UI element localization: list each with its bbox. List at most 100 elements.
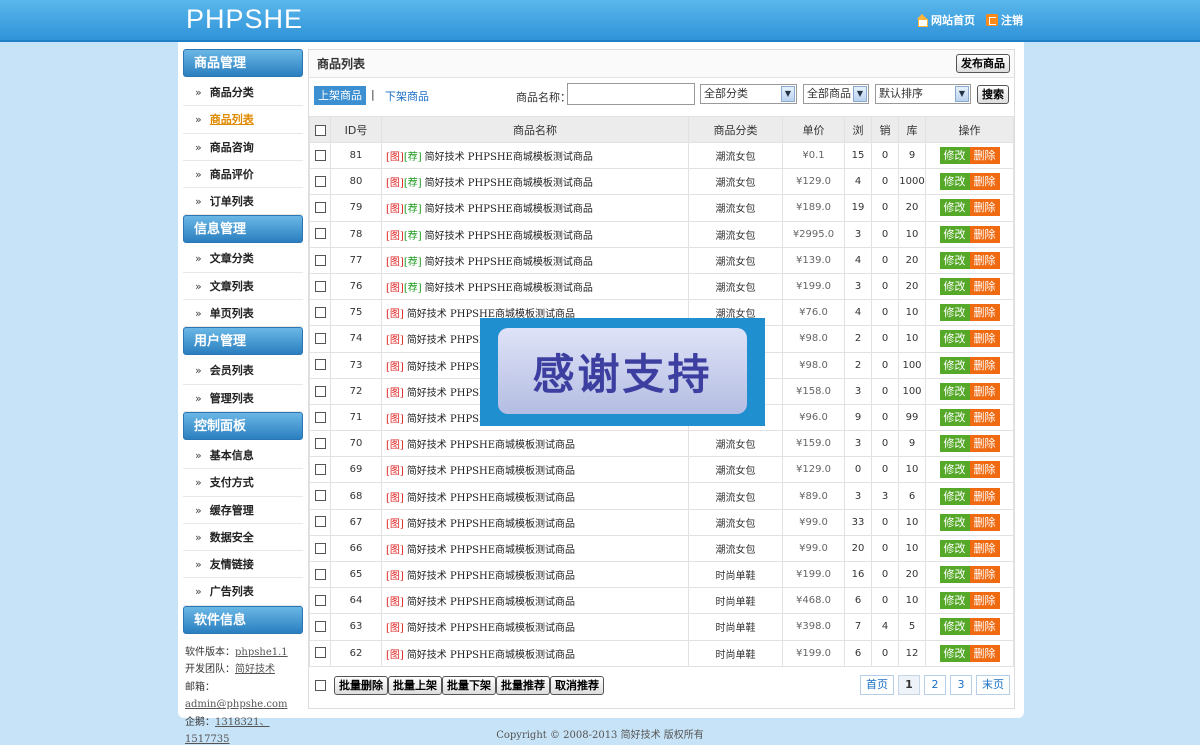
delete-button[interactable]: 删除 (969, 408, 1000, 426)
goods-name-link[interactable]: 简好技术 PHPSHE商城模板测试商品 (407, 440, 575, 451)
edit-button[interactable]: 修改 (939, 251, 970, 269)
delete-button[interactable]: 删除 (969, 330, 1000, 348)
delete-button[interactable]: 删除 (969, 147, 1000, 165)
row-checkbox[interactable] (314, 411, 326, 423)
tab-off-sale[interactable]: 下架商品 (385, 88, 429, 104)
row-checkbox[interactable] (314, 254, 326, 266)
edit-button[interactable]: 修改 (939, 435, 970, 453)
edit-button[interactable]: 修改 (939, 304, 970, 322)
delete-button[interactable]: 删除 (969, 304, 1000, 322)
edit-button[interactable]: 修改 (939, 461, 970, 479)
goods-name-link[interactable]: 简好技术 PHPSHE商城模板测试商品 (425, 283, 593, 294)
sidebar-item[interactable]: » 订单列表 (183, 188, 303, 216)
sidebar-group-title[interactable]: 控制面板 (183, 411, 303, 440)
edit-button[interactable]: 修改 (939, 356, 970, 374)
tab-on-sale[interactable]: 上架商品 (314, 86, 366, 105)
row-checkbox[interactable] (314, 542, 326, 554)
edit-button[interactable]: 修改 (939, 173, 970, 191)
delete-button[interactable]: 删除 (969, 356, 1000, 374)
delete-button[interactable]: 删除 (969, 513, 1000, 531)
edit-button[interactable]: 修改 (939, 225, 970, 243)
page-1[interactable]: 1 (898, 675, 920, 695)
edit-button[interactable]: 修改 (939, 199, 970, 217)
delete-button[interactable]: 删除 (969, 592, 1000, 610)
goods-name-link[interactable]: 简好技术 PHPSHE商城模板测试商品 (407, 623, 575, 634)
delete-button[interactable]: 删除 (969, 487, 1000, 505)
goods-name-link[interactable]: 简好技术 PHPSHE商城模板测试商品 (425, 231, 593, 242)
delete-button[interactable]: 删除 (969, 644, 1000, 662)
goods-name-link[interactable]: 简好技术 PHPSHE商城模板测试商品 (407, 466, 575, 477)
sidebar-group-title[interactable]: 商品管理 (183, 49, 303, 77)
edit-button[interactable]: 修改 (939, 147, 970, 165)
row-checkbox[interactable] (314, 333, 326, 345)
edit-button[interactable]: 修改 (939, 278, 970, 296)
home-link[interactable]: 网站首页 (916, 12, 975, 28)
row-checkbox[interactable] (314, 437, 326, 449)
edit-button[interactable]: 修改 (939, 513, 970, 531)
row-checkbox[interactable] (314, 621, 326, 633)
sidebar-item[interactable]: » 商品咨询 (183, 134, 303, 161)
sidebar-item[interactable]: » 管理列表 (183, 385, 303, 412)
delete-button[interactable]: 删除 (969, 173, 1000, 191)
sidebar-item[interactable]: » 商品评价 (183, 161, 303, 189)
row-checkbox[interactable] (314, 516, 326, 528)
edit-button[interactable]: 修改 (939, 566, 970, 584)
goods-name-link[interactable]: 简好技术 PHPSHE商城模板测试商品 (407, 493, 575, 504)
delete-button[interactable]: 删除 (969, 382, 1000, 400)
page-3[interactable]: 3 (950, 675, 972, 695)
sidebar-item[interactable]: » 数据安全 (183, 524, 303, 552)
bulk-recommend-button[interactable]: 批量推荐 (496, 676, 550, 695)
delete-button[interactable]: 删除 (969, 566, 1000, 584)
edit-button[interactable]: 修改 (939, 618, 970, 636)
goods-name-link[interactable]: 简好技术 PHPSHE商城模板测试商品 (425, 204, 593, 215)
logout-link[interactable]: 注销 (986, 12, 1023, 28)
sidebar-group-title[interactable]: 信息管理 (183, 215, 303, 244)
edit-button[interactable]: 修改 (939, 382, 970, 400)
name-search-input[interactable] (567, 83, 695, 105)
sidebar-item[interactable]: » 单页列表 (183, 300, 303, 328)
edit-button[interactable]: 修改 (939, 487, 970, 505)
bulk-offsale-button[interactable]: 批量下架 (442, 676, 496, 695)
goods-name-link[interactable]: 简好技术 PHPSHE商城模板测试商品 (407, 597, 575, 608)
sidebar-item[interactable]: » 友情链接 (183, 551, 303, 579)
sidebar-item[interactable]: » 文章分类 (183, 245, 303, 273)
goods-name-link[interactable]: 简好技术 PHPSHE商城模板测试商品 (425, 257, 593, 268)
row-checkbox[interactable] (314, 385, 326, 397)
edit-button[interactable]: 修改 (939, 592, 970, 610)
row-checkbox[interactable] (314, 228, 326, 240)
delete-button[interactable]: 删除 (969, 278, 1000, 296)
row-checkbox[interactable] (314, 202, 326, 214)
row-checkbox[interactable] (314, 464, 326, 476)
sort-select[interactable]: 默认排序 ▼ (875, 84, 971, 104)
search-button[interactable]: 搜索 (977, 85, 1009, 104)
sidebar-item[interactable]: » 商品列表 (183, 106, 303, 134)
delete-button[interactable]: 删除 (969, 251, 1000, 269)
select-all-checkbox[interactable] (314, 124, 326, 136)
delete-button[interactable]: 删除 (969, 225, 1000, 243)
goods-name-link[interactable]: 简好技术 PHPSHE商城模板测试商品 (407, 571, 575, 582)
delete-button[interactable]: 删除 (969, 618, 1000, 636)
row-checkbox[interactable] (314, 149, 326, 161)
page-last[interactable]: 末页 (976, 675, 1010, 695)
delete-button[interactable]: 删除 (969, 435, 1000, 453)
sidebar-item[interactable]: » 支付方式 (183, 469, 303, 497)
row-checkbox[interactable] (314, 359, 326, 371)
goods-select[interactable]: 全部商品 ▼ (803, 84, 869, 104)
bulk-onsale-button[interactable]: 批量上架 (388, 676, 442, 695)
row-checkbox[interactable] (314, 647, 326, 659)
row-checkbox[interactable] (314, 490, 326, 502)
edit-button[interactable]: 修改 (939, 644, 970, 662)
edit-button[interactable]: 修改 (939, 330, 970, 348)
category-select[interactable]: 全部分类 ▼ (700, 84, 797, 104)
sidebar-item[interactable]: » 商品分类 (183, 79, 303, 107)
delete-button[interactable]: 删除 (969, 199, 1000, 217)
page-2[interactable]: 2 (924, 675, 946, 695)
row-checkbox[interactable] (314, 595, 326, 607)
goods-name-link[interactable]: 简好技术 PHPSHE商城模板测试商品 (407, 519, 575, 530)
row-checkbox[interactable] (314, 568, 326, 580)
publish-button[interactable]: 发布商品 (956, 54, 1010, 73)
goods-name-link[interactable]: 简好技术 PHPSHE商城模板测试商品 (407, 650, 575, 661)
edit-button[interactable]: 修改 (939, 408, 970, 426)
delete-button[interactable]: 删除 (969, 539, 1000, 557)
row-checkbox[interactable] (314, 176, 326, 188)
